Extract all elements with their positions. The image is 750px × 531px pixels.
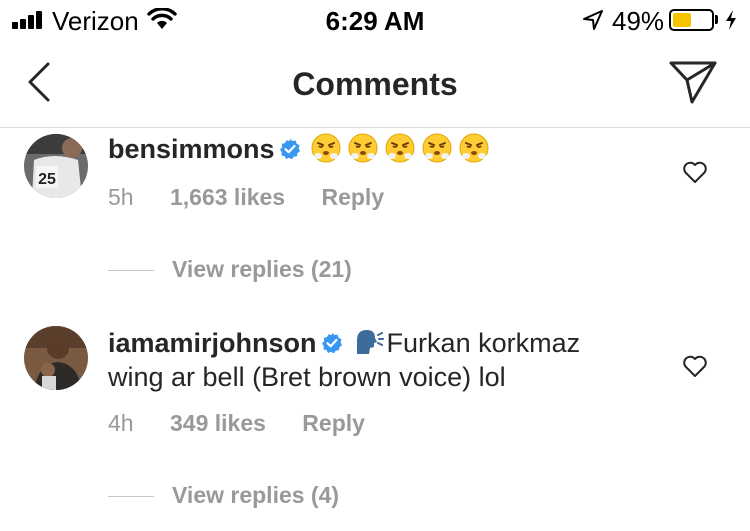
view-replies-label: View replies (4) (172, 482, 340, 508)
likes-count[interactable]: 349 likes (170, 410, 266, 436)
replies-divider (108, 270, 154, 272)
location-arrow-icon (583, 10, 603, 30)
reply-button[interactable]: Reply (321, 184, 384, 210)
battery-level-fill (673, 13, 691, 27)
steam-face-emoji (459, 133, 489, 163)
username[interactable]: iamamirjohnson (108, 328, 317, 358)
comment-time: 4h (108, 410, 134, 436)
view-replies-button[interactable]: View replies (4) (108, 482, 339, 509)
comment-time: 5h (108, 184, 134, 210)
view-replies-button[interactable]: View replies (21) (108, 256, 352, 283)
battery-icon (669, 9, 714, 31)
view-replies-label: View replies (21) (172, 256, 352, 282)
svg-text:25: 25 (38, 171, 56, 188)
steam-face-emoji (348, 133, 378, 163)
charging-bolt-icon (726, 10, 736, 30)
avatar[interactable]: 25 (24, 134, 88, 198)
verified-badge-icon (321, 333, 342, 354)
reply-button[interactable]: Reply (302, 410, 365, 436)
steam-face-emoji (422, 133, 452, 163)
paper-plane-icon[interactable] (668, 58, 718, 106)
steam-face-emoji (385, 133, 415, 163)
avatar-photo: 25 (24, 134, 88, 198)
battery-tip (715, 15, 718, 24)
comment-item: iamamirjohnson Furkan korkmaz wing ar bel… (0, 322, 750, 531)
heart-icon[interactable] (682, 354, 708, 378)
heart-icon[interactable] (682, 160, 708, 184)
likes-count[interactable]: 1,663 likes (170, 184, 285, 210)
replies-divider (108, 496, 154, 498)
comment-text: iamamirjohnson Furkan korkmaz wing ar bel… (108, 326, 638, 394)
comment-body-line1: Furkan korkmaz (386, 328, 581, 358)
comment-body-line2: wing ar bell (Bret brown voice) lol (108, 362, 506, 392)
page-title: Comments (292, 66, 458, 102)
speaking-head-emoji (356, 330, 384, 354)
emoji-row (305, 133, 490, 164)
username[interactable]: bensimmons (108, 134, 275, 164)
steam-face-emoji (311, 133, 341, 163)
comments-header: Comments (0, 40, 750, 128)
avatar-photo (24, 326, 88, 390)
comment-text: bensimmons (108, 132, 638, 166)
status-bar: Verizon 6:29 AM 49% (0, 0, 750, 40)
battery-percent: 49% (612, 6, 665, 36)
comment-item: 25 bensimmons 5h 1,663 likes Reply View … (0, 128, 750, 298)
avatar[interactable] (24, 326, 88, 390)
verified-badge-icon (279, 139, 300, 160)
comment-meta: 5h 1,663 likes Reply (108, 184, 414, 211)
comment-meta: 4h 349 likes Reply (108, 410, 395, 437)
